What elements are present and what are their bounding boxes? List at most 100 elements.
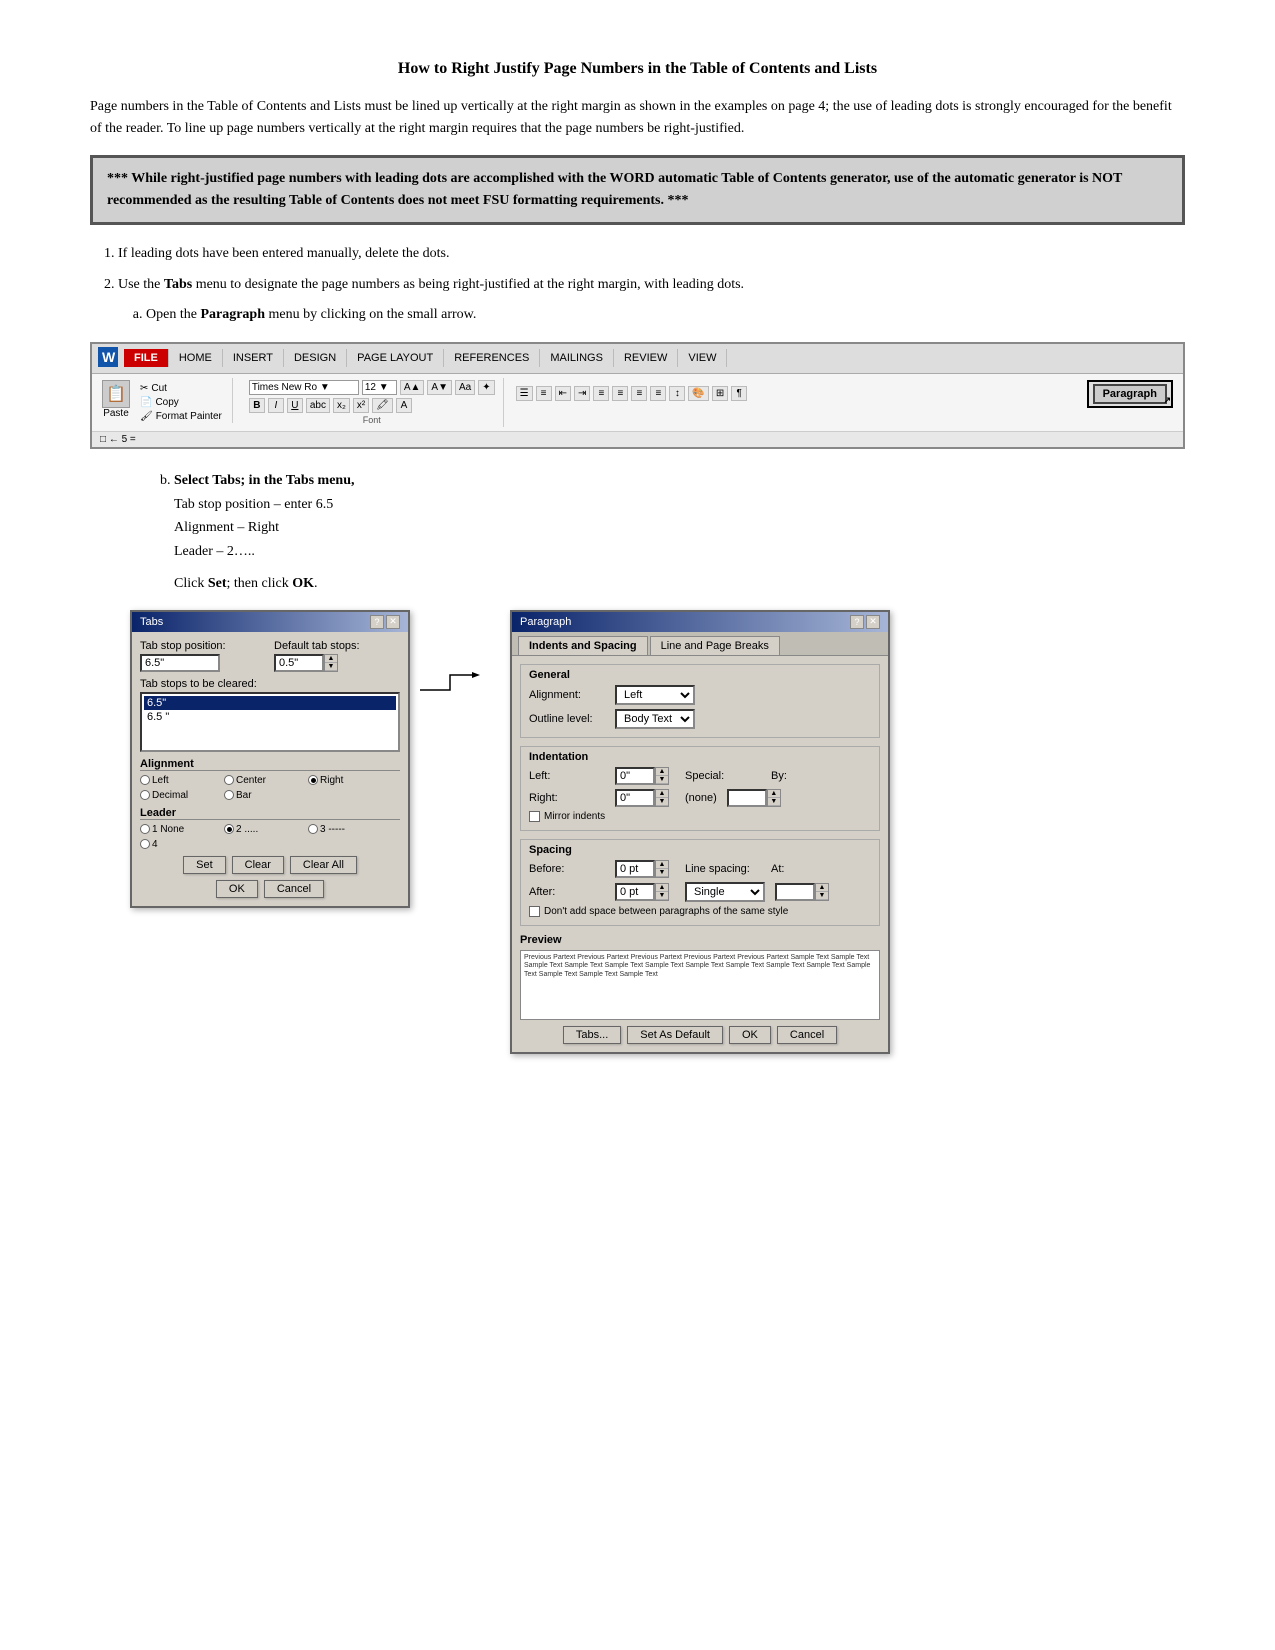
superscript-button[interactable]: x² — [353, 398, 369, 413]
spinner-up-arrow[interactable]: ▲ — [325, 655, 337, 663]
paragraph-dialog-help-button[interactable]: ? — [850, 615, 864, 629]
font-color-button[interactable]: A — [396, 398, 412, 413]
tabs-listbox[interactable]: 6.5" 6.5 " — [140, 692, 400, 752]
tab-design[interactable]: DESIGN — [284, 349, 347, 367]
tabs-cancel-button[interactable]: Cancel — [264, 880, 324, 898]
at-down[interactable]: ▼ — [816, 892, 828, 900]
justify-button[interactable]: ≡ — [650, 386, 666, 401]
copy-button[interactable]: 📄 Copy — [138, 396, 224, 409]
step-2a: Open the Paragraph menu by clicking on t… — [146, 304, 1185, 326]
at-up[interactable]: ▲ — [816, 884, 828, 892]
alignment-section-label: Alignment — [140, 758, 400, 771]
outline-level-select[interactable]: Body Text — [615, 709, 695, 729]
format-painter-button[interactable]: 🖌 Format Painter — [138, 410, 224, 423]
cut-icon: ✂ — [140, 383, 148, 394]
align-left-button[interactable]: ≡ — [593, 386, 609, 401]
indent-inc-button[interactable]: ⇥ — [574, 386, 590, 401]
indent-left-up[interactable]: ▲ — [656, 768, 668, 776]
tab-review[interactable]: REVIEW — [614, 349, 678, 367]
indent-left-input[interactable] — [615, 767, 655, 785]
strikethrough-button[interactable]: abc — [306, 398, 330, 413]
set-as-default-button[interactable]: Set As Default — [627, 1026, 723, 1044]
tab-references[interactable]: REFERENCES — [444, 349, 540, 367]
para-tabs-button[interactable]: Tabs... — [563, 1026, 621, 1044]
font-name-select[interactable]: Times New Ro ▼ — [249, 380, 359, 395]
cut-button[interactable]: ✂ Cut — [138, 382, 224, 395]
tabs-dialog-close-button[interactable]: ✕ — [386, 615, 400, 629]
align-left-radio[interactable]: Left — [140, 775, 220, 786]
font-size-select[interactable]: 12 ▼ — [362, 380, 397, 395]
clear-button[interactable]: Clear — [232, 856, 284, 874]
indent-right-input[interactable] — [615, 789, 655, 807]
tabs-dialog-body: Tab stop position: Default tab stops: ▲ … — [132, 632, 408, 906]
align-center-radio[interactable]: Center — [224, 775, 304, 786]
line-spacing-select[interactable]: Single — [685, 882, 765, 902]
indent-right-down[interactable]: ▼ — [656, 798, 668, 806]
show-hide-button[interactable]: ¶ — [731, 386, 747, 401]
set-button[interactable]: Set — [183, 856, 226, 874]
same-style-checkbox[interactable] — [529, 906, 540, 917]
listbox-item-2[interactable]: 6.5 " — [144, 710, 396, 724]
default-tab-stops-spinner[interactable]: ▲ ▼ — [324, 654, 338, 672]
tab-insert[interactable]: INSERT — [223, 349, 284, 367]
tabs-ok-button[interactable]: OK — [216, 880, 258, 898]
leader-4-radio[interactable]: 4 — [140, 839, 220, 850]
after-down[interactable]: ▼ — [656, 892, 668, 900]
before-input[interactable] — [615, 860, 655, 878]
paste-button[interactable]: 📋 Paste — [98, 378, 134, 421]
leader-2-radio[interactable]: 2 ..... — [224, 824, 304, 835]
bullets-button[interactable]: ☰ — [516, 386, 533, 401]
spinner-down-arrow[interactable]: ▼ — [325, 663, 337, 671]
tab-mailings[interactable]: MAILINGS — [540, 349, 614, 367]
grow-font-button[interactable]: A▲ — [400, 380, 425, 395]
line-spacing-button[interactable]: ↕ — [669, 386, 685, 401]
alignment-para-select[interactable]: Left — [615, 685, 695, 705]
bold-button[interactable]: B — [249, 398, 265, 413]
subscript-button[interactable]: x₂ — [333, 398, 350, 413]
leader-1-radio[interactable]: 1 None — [140, 824, 220, 835]
by-down[interactable]: ▼ — [768, 798, 780, 806]
indents-spacing-tab[interactable]: Indents and Spacing — [518, 636, 648, 655]
before-up[interactable]: ▲ — [656, 861, 668, 869]
tab-home[interactable]: HOME — [169, 349, 223, 367]
leader-3-radio[interactable]: 3 ----- — [308, 824, 388, 835]
default-tab-stops-input[interactable] — [274, 654, 324, 672]
paragraph-launcher-icon[interactable]: ↗ — [1163, 395, 1171, 406]
clear-all-button[interactable]: Clear All — [290, 856, 357, 874]
align-right-radio[interactable]: Right — [308, 775, 388, 786]
indent-right-label: Right: — [529, 792, 609, 804]
mirror-indents-checkbox[interactable] — [529, 811, 540, 822]
align-center-button[interactable]: ≡ — [612, 386, 628, 401]
tab-view[interactable]: VIEW — [678, 349, 727, 367]
align-decimal-radio[interactable]: Decimal — [140, 790, 220, 801]
indent-right-up[interactable]: ▲ — [656, 790, 668, 798]
indent-dec-button[interactable]: ⇤ — [555, 386, 571, 401]
tab-page-layout[interactable]: PAGE LAYOUT — [347, 349, 444, 367]
text-highlight-button[interactable]: 🖍 — [372, 398, 393, 413]
by-up[interactable]: ▲ — [768, 790, 780, 798]
borders-button[interactable]: ⊞ — [712, 386, 728, 401]
shrink-font-button[interactable]: A▼ — [427, 380, 452, 395]
para-cancel-button[interactable]: Cancel — [777, 1026, 837, 1044]
after-up[interactable]: ▲ — [656, 884, 668, 892]
para-ok-button[interactable]: OK — [729, 1026, 771, 1044]
paragraph-dialog-close-button[interactable]: ✕ — [866, 615, 880, 629]
before-down[interactable]: ▼ — [656, 869, 668, 877]
change-case-button[interactable]: Aa — [455, 380, 475, 395]
tabs-dialog-help-button[interactable]: ? — [370, 615, 384, 629]
underline-button[interactable]: U — [287, 398, 303, 413]
by-input[interactable] — [727, 789, 767, 807]
indent-left-down[interactable]: ▼ — [656, 776, 668, 784]
at-input[interactable] — [775, 883, 815, 901]
shading-button[interactable]: 🎨 — [688, 386, 708, 401]
align-bar-radio[interactable]: Bar — [224, 790, 304, 801]
italic-button[interactable]: I — [268, 398, 284, 413]
listbox-item-1[interactable]: 6.5" — [144, 696, 396, 710]
align-right-button[interactable]: ≡ — [631, 386, 647, 401]
after-input[interactable] — [615, 883, 655, 901]
numbering-button[interactable]: ≡ — [536, 386, 552, 401]
line-page-breaks-tab[interactable]: Line and Page Breaks — [650, 636, 780, 655]
clear-format-button[interactable]: ✦ — [478, 380, 494, 395]
tab-stop-position-input[interactable] — [140, 654, 220, 672]
tab-file[interactable]: FILE — [124, 349, 169, 367]
